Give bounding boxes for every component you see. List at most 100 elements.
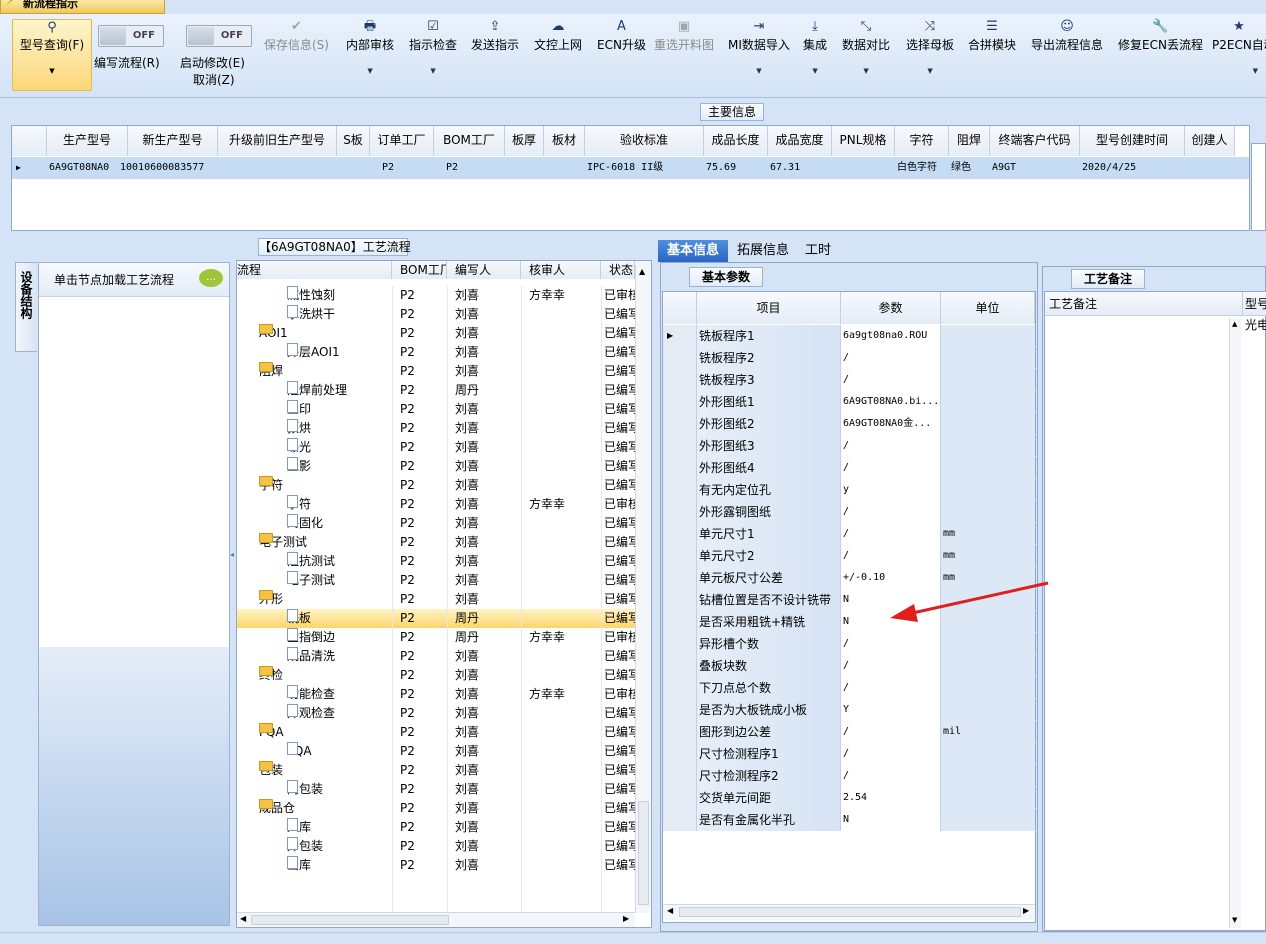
scroll-left-icon[interactable]: ◀ xyxy=(240,914,246,923)
tree-row-doc[interactable]: 显影 P2 刘喜 已编写 xyxy=(237,457,635,476)
tree-row-doc[interactable]: 曝光 P2 刘喜 已编写 xyxy=(237,438,635,457)
scroll-up-icon[interactable]: ▲ xyxy=(639,267,645,276)
scroll-thumb[interactable] xyxy=(638,801,649,905)
scroll-down-icon[interactable]: ▼ xyxy=(1232,916,1237,924)
param-value-cell[interactable]: / xyxy=(841,545,941,567)
flow-tree[interactable]: 碱性蚀刻P2刘喜方幸幸已审核水洗烘干P2刘喜已编写−AOI1P2刘喜已编写外层A… xyxy=(237,286,635,912)
param-value-cell[interactable]: / xyxy=(841,721,941,743)
tree-row-doc[interactable]: 终固化 P2 刘喜 已编写 xyxy=(237,514,635,533)
column-header[interactable]: 参数 xyxy=(841,292,941,324)
column-header[interactable]: 编写人 xyxy=(447,261,521,279)
p2ecn-auto-button[interactable]: ★P2ECN自动▼ xyxy=(1212,18,1266,75)
start-modify-toggle[interactable]: OFF xyxy=(186,25,252,47)
horizontal-scrollbar[interactable]: ◀ ▶ xyxy=(663,904,1035,920)
tree-row-folder[interactable]: −终检P2刘喜已编写 xyxy=(237,666,635,685)
column-header[interactable]: 状态 xyxy=(601,261,635,279)
param-row[interactable]: 尺寸检测程序2/ xyxy=(663,765,1037,787)
column-header[interactable]: 单位 xyxy=(941,292,1035,324)
select-template-button[interactable]: ⤨ 选择母板 ▼ xyxy=(906,18,954,75)
tree-row-doc[interactable]: 成品清洗 P2 刘喜 已编写 xyxy=(237,647,635,666)
param-value-cell[interactable]: / xyxy=(841,677,941,699)
param-value-cell[interactable]: 6a9gt08na0.ROU xyxy=(841,325,941,347)
tree-row-folder[interactable]: −AOI1P2刘喜已编写 xyxy=(237,324,635,343)
tree-row-doc[interactable]: 外观检查 P2 刘喜 已编写 xyxy=(237,704,635,723)
upload-online-button[interactable]: ☁ 文控上网 xyxy=(534,18,582,53)
param-value-cell[interactable]: / xyxy=(841,347,941,369)
column-header[interactable]: 成品长度 xyxy=(704,126,768,156)
tree-row-folder[interactable]: −成品仓P2刘喜已编写 xyxy=(237,799,635,818)
param-value-cell[interactable]: / xyxy=(841,743,941,765)
param-row[interactable]: 单元尺寸2/mm xyxy=(663,545,1037,567)
column-header[interactable]: 订单工厂 xyxy=(370,126,434,156)
tree-row-doc[interactable]: 内包装 P2 刘喜 已编写 xyxy=(237,780,635,799)
tree-row-doc[interactable]: FQA P2 刘喜 已编写 xyxy=(237,742,635,761)
window-title-tab[interactable]: ⚡ 新流程指示 xyxy=(0,0,165,14)
ecn-upgrade-button[interactable]: A ECN升级 xyxy=(597,18,646,53)
tree-row-doc[interactable]: 水洗烘干 P2 刘喜 已编写 xyxy=(237,305,635,324)
column-header[interactable]: 流程 xyxy=(237,261,392,279)
param-value-cell[interactable]: 2.54 xyxy=(841,787,941,809)
param-value-cell[interactable]: Y xyxy=(841,699,941,721)
param-value-cell[interactable]: / xyxy=(841,501,941,523)
param-value-cell[interactable]: 6A9GT08NA0.bi... xyxy=(841,391,941,413)
scroll-up-icon[interactable]: ▲ xyxy=(1232,320,1237,328)
param-row[interactable]: 外形露铜图纸 / xyxy=(663,501,1037,523)
column-header[interactable]: 型号创建时间 xyxy=(1080,126,1185,156)
param-row[interactable]: 单元尺寸1/mm xyxy=(663,523,1037,545)
column-header[interactable]: 项目 xyxy=(697,292,841,324)
column-header[interactable]: BOM工厂 xyxy=(392,261,447,279)
column-header[interactable]: 板厚 xyxy=(505,126,544,156)
param-value-cell[interactable]: / xyxy=(841,369,941,391)
tree-row-folder[interactable]: −包装P2刘喜已编写 xyxy=(237,761,635,780)
model-query-button[interactable]: ⚲ 型号查询(F) ▼ xyxy=(12,19,92,91)
splitter-handle[interactable]: ◂ xyxy=(230,550,234,580)
column-header[interactable]: PNL规格 xyxy=(832,126,895,156)
table-row[interactable]: ▶ 6A9GT08NA0 10010600083577 P2 P2 IPC-6018 II… xyxy=(12,157,1249,179)
param-value-cell[interactable]: y xyxy=(841,479,941,501)
param-row[interactable]: 尺寸检测程序1/ xyxy=(663,743,1037,765)
column-header[interactable]: 字符 xyxy=(895,126,949,156)
param-row[interactable]: 外形图纸2 6A9GT08NA0金... xyxy=(663,413,1037,435)
param-row[interactable]: 图形到边公差 / mil xyxy=(663,721,1037,743)
scroll-thumb[interactable] xyxy=(251,915,449,925)
column-header[interactable]: BOM工厂 xyxy=(434,126,505,156)
tree-row-doc[interactable]: 外包装 P2 刘喜 已编写 xyxy=(237,837,635,856)
scroll-right-icon[interactable]: ▶ xyxy=(623,914,629,923)
param-row[interactable]: 下刀点总个数 / xyxy=(663,677,1037,699)
param-row[interactable]: 有无内定位孔 y xyxy=(663,479,1037,501)
param-value-cell[interactable]: / xyxy=(841,523,941,545)
param-value-cell[interactable]: / xyxy=(841,457,941,479)
reselect-drawing-button[interactable]: ▣ 重选开料图 xyxy=(654,18,714,53)
param-value-cell[interactable]: / xyxy=(841,655,941,677)
column-header[interactable]: 板材 xyxy=(544,126,585,156)
column-header[interactable]: 新生产型号 xyxy=(128,126,218,156)
vertical-scrollbar[interactable] xyxy=(1251,143,1266,231)
tab-hours[interactable]: 工时 xyxy=(798,240,838,262)
column-header[interactable]: 生产型号 xyxy=(47,126,128,156)
equipment-tree[interactable] xyxy=(39,297,229,647)
write-flow-toggle[interactable]: OFF xyxy=(98,25,164,47)
param-value-cell[interactable]: N xyxy=(841,809,941,831)
tree-row-doc[interactable]: 入库 P2 刘喜 已编写 xyxy=(237,818,635,837)
vertical-scrollbar[interactable]: ▲ ▼ xyxy=(1229,318,1241,928)
param-row[interactable]: 叠板块数 / xyxy=(663,655,1037,677)
cancel-button[interactable]: 取消(Z) xyxy=(193,71,235,88)
tree-row-doc[interactable]: 出库 P2 刘喜 已编写 xyxy=(237,856,635,875)
equipment-structure-tab[interactable]: 设备结构 xyxy=(15,262,37,352)
param-row[interactable]: 异形槽个数 / xyxy=(663,633,1037,655)
column-header[interactable]: 升级前旧生产型号 xyxy=(218,126,337,156)
tree-row-folder[interactable]: −字符P2刘喜已编写 xyxy=(237,476,635,495)
tree-row-doc[interactable]: 功能检查 P2 刘喜 方幸幸 已审核 xyxy=(237,685,635,704)
instruction-check-button[interactable]: ☑ 指示检查 ▼ xyxy=(409,18,457,75)
tree-row-doc[interactable]: 电子测试 P2 刘喜 已编写 xyxy=(237,571,635,590)
param-value-cell[interactable]: / xyxy=(841,765,941,787)
internal-review-button[interactable]: 🖶 内部审核 ▼ xyxy=(346,18,394,75)
column-header[interactable]: 核审人 xyxy=(521,261,601,279)
load-flow-header[interactable]: 单击节点加载工艺流程 … xyxy=(39,263,229,297)
horizontal-scrollbar[interactable]: ◀ ▶ xyxy=(237,912,635,927)
tree-row-doc[interactable]: 字符 P2 刘喜 方幸幸 已审核 xyxy=(237,495,635,514)
param-row[interactable]: ▶ 铣板程序1 6a9gt08na0.ROU xyxy=(663,325,1037,347)
tree-row-doc[interactable]: 碱性蚀刻 P2 刘喜 方幸幸 已审核 xyxy=(237,286,635,305)
param-row[interactable]: 外形图纸4/ xyxy=(663,457,1037,479)
tab-basic[interactable]: 基本信息 xyxy=(658,240,728,262)
